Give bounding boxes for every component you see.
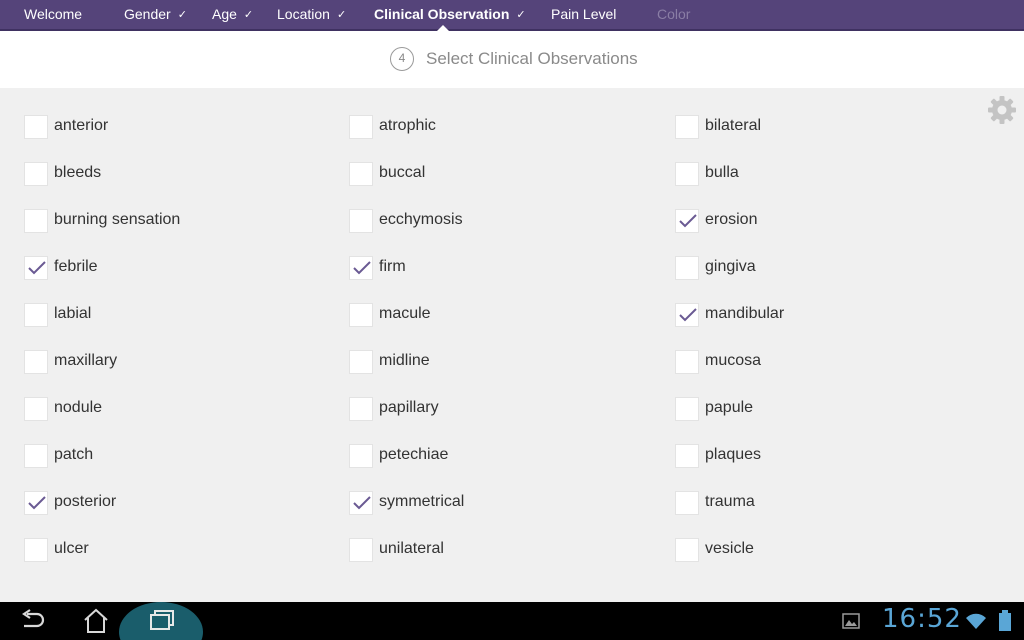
checkbox[interactable]: [24, 444, 48, 468]
checkbox-label: midline: [379, 352, 430, 369]
step-number-badge: 4: [390, 47, 414, 71]
checkbox-label: bleeds: [54, 164, 102, 181]
nav-item-welcome[interactable]: Welcome: [24, 0, 82, 29]
checkbox-label: burning sensation: [54, 211, 181, 228]
nav-item-pain-level[interactable]: Pain Level: [551, 0, 616, 29]
checkbox-label: petechiae: [379, 446, 449, 463]
checkbox-label: labial: [54, 305, 92, 322]
page-title: Select Clinical Observations: [426, 49, 638, 68]
checkbox[interactable]: [349, 350, 373, 374]
checkbox-label: trauma: [705, 493, 755, 510]
checkbox-label: febrile: [54, 258, 98, 275]
checkbox-label: firm: [379, 258, 406, 275]
checkbox[interactable]: [24, 303, 48, 327]
checkbox-label: gingiva: [705, 258, 756, 275]
checkbox[interactable]: [349, 115, 373, 139]
checkmark-icon: ✓: [177, 9, 187, 21]
wifi-icon: [966, 613, 986, 629]
checkbox[interactable]: [675, 350, 699, 374]
checkbox-label: bulla: [705, 164, 739, 181]
checkbox[interactable]: [675, 256, 699, 280]
checkbox-label: symmetrical: [379, 493, 465, 510]
checkbox[interactable]: [24, 209, 48, 233]
nav-item-location[interactable]: Location ✓: [277, 0, 346, 29]
checkbox[interactable]: [24, 491, 48, 515]
checkbox[interactable]: [349, 256, 373, 280]
nav-item-label: Welcome: [24, 6, 83, 22]
checkbox-label: atrophic: [379, 117, 436, 134]
checkbox[interactable]: [349, 209, 373, 233]
checkbox[interactable]: [675, 303, 699, 327]
checkbox-label: maxillary: [54, 352, 118, 369]
checkbox-label: anterior: [54, 117, 109, 134]
check-icon: [28, 261, 46, 275]
checkbox-label: papule: [705, 399, 754, 416]
checkbox[interactable]: [675, 162, 699, 186]
nav-item-label: Location: [277, 6, 330, 22]
nav-item-label: Gender: [124, 6, 171, 22]
nav-item-label: Pain Level: [551, 6, 617, 22]
checkbox[interactable]: [24, 256, 48, 280]
checkbox[interactable]: [675, 115, 699, 139]
checkbox-label: unilateral: [379, 540, 444, 557]
checkbox-label: papillary: [379, 399, 439, 416]
clock: 16:52: [882, 604, 962, 634]
check-icon: [679, 214, 697, 228]
check-icon: [353, 496, 371, 510]
checkbox-label: macule: [379, 305, 431, 322]
check-icon: [679, 308, 697, 322]
checkbox-label: plaques: [705, 446, 762, 463]
checkbox-label: mucosa: [705, 352, 762, 369]
checkbox[interactable]: [24, 397, 48, 421]
checkbox-label: bilateral: [705, 117, 762, 134]
nav-item-age[interactable]: Age ✓: [212, 0, 253, 29]
check-icon: [28, 496, 46, 510]
battery-icon: [999, 610, 1011, 631]
nav-item-label: Color: [657, 6, 691, 22]
checkbox[interactable]: [675, 209, 699, 233]
checkmark-icon: ✓: [336, 9, 347, 21]
checkbox-label: ecchymosis: [379, 211, 463, 228]
checkbox-label: patch: [54, 446, 94, 463]
checkbox[interactable]: [349, 491, 373, 515]
gear-icon[interactable]: [986, 94, 1018, 126]
checkbox-label: erosion: [705, 211, 758, 228]
check-icon: [353, 261, 371, 275]
checkbox[interactable]: [349, 444, 373, 468]
nav-item-label: Clinical Observation: [374, 6, 510, 22]
checkbox[interactable]: [349, 397, 373, 421]
checkbox[interactable]: [24, 162, 48, 186]
nav-item-label: Age: [212, 6, 237, 22]
checkbox-label: vesicle: [705, 540, 754, 557]
checkbox-label: ulcer: [54, 540, 89, 557]
checkbox-label: mandibular: [705, 305, 785, 322]
checkbox-label: posterior: [54, 493, 117, 510]
checkbox[interactable]: [675, 397, 699, 421]
checkmark-icon: ✓: [243, 9, 254, 21]
home-icon[interactable]: [82, 607, 110, 635]
checkbox[interactable]: [24, 115, 48, 139]
checkbox-label: nodule: [54, 399, 103, 416]
checkbox[interactable]: [349, 538, 373, 562]
nav-item-gender[interactable]: Gender ✓: [124, 0, 187, 29]
checkbox[interactable]: [24, 350, 48, 374]
checkbox[interactable]: [675, 444, 699, 468]
checkbox[interactable]: [675, 491, 699, 515]
back-icon[interactable]: [18, 608, 46, 634]
checkmark-icon: ✓: [516, 9, 526, 21]
checkbox[interactable]: [675, 538, 699, 562]
recent-apps-icon[interactable]: [118, 602, 204, 640]
nav-item-color: Color: [657, 0, 690, 29]
checkbox[interactable]: [24, 538, 48, 562]
checkbox[interactable]: [349, 303, 373, 327]
gallery-icon: [842, 613, 860, 629]
checkbox-label: buccal: [379, 164, 426, 181]
checkbox[interactable]: [349, 162, 373, 186]
wizard-nav: Welcome Gender ✓ Age ✓ Location ✓ Clinical …: [0, 0, 1024, 32]
